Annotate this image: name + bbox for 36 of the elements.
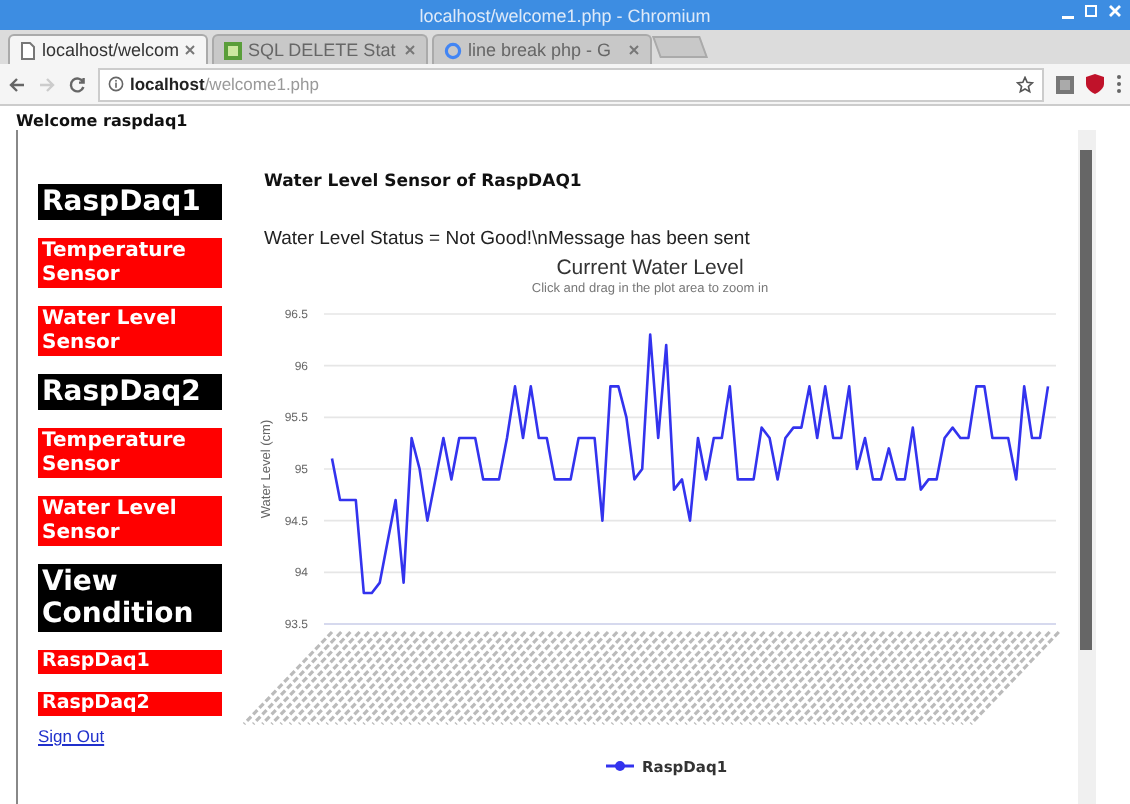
sign-out-link[interactable]: Sign Out — [38, 726, 240, 746]
url-text: localhost/welcome1.php — [130, 74, 319, 94]
shield-icon[interactable] — [1086, 74, 1104, 94]
welcome-text: Welcome raspdaq1 — [14, 110, 190, 130]
reload-icon[interactable] — [68, 75, 86, 93]
legend-marker-icon — [606, 761, 634, 771]
back-icon[interactable] — [8, 75, 26, 93]
close-icon[interactable] — [628, 44, 640, 56]
sidebar-link[interactable]: Water Level Sensor — [38, 306, 222, 356]
status-message: Water Level Status = Not Good!\nMessage has been sent — [264, 228, 752, 250]
sidebar-heading: View Condition — [38, 564, 222, 632]
chart-title: Current Water Level — [556, 256, 744, 280]
sidebar-link[interactable]: RaspDaq1 — [38, 650, 222, 674]
close-icon[interactable] — [404, 44, 416, 56]
sidebar-link[interactable]: Water Level Sensor — [38, 496, 222, 546]
sidebar-link[interactable]: Temperature Sensor — [38, 428, 222, 478]
window-title: localhost/welcome1.php - Chromium — [419, 5, 711, 25]
star-icon[interactable] — [1016, 75, 1034, 93]
grid-icon — [224, 41, 242, 59]
info-icon — [108, 76, 124, 92]
menu-icon[interactable] — [1116, 74, 1122, 94]
browser-tab[interactable]: SQL DELETE Stat — [212, 34, 428, 64]
browser-tab[interactable]: localhost/welcom — [8, 34, 208, 64]
extension-icon[interactable] — [1056, 75, 1074, 93]
section-heading: Water Level Sensor of RaspDAQ1 — [264, 172, 584, 192]
sidebar-link[interactable]: RaspDaq2 — [38, 692, 222, 716]
address-bar[interactable]: localhost/welcome1.php — [98, 67, 1044, 101]
scrollbar-track[interactable] — [1078, 130, 1096, 804]
sidebar-heading: RaspDaq1 — [38, 184, 222, 220]
maximize-icon[interactable] — [1084, 4, 1098, 20]
close-icon[interactable] — [184, 44, 196, 56]
page-icon — [20, 41, 36, 59]
sidebar-link[interactable]: Temperature Sensor — [38, 238, 222, 288]
browser-tab[interactable]: line break php - G — [432, 34, 652, 64]
sidebar-heading: RaspDaq2 — [38, 374, 222, 410]
scrollbar-thumb[interactable] — [1080, 150, 1092, 650]
